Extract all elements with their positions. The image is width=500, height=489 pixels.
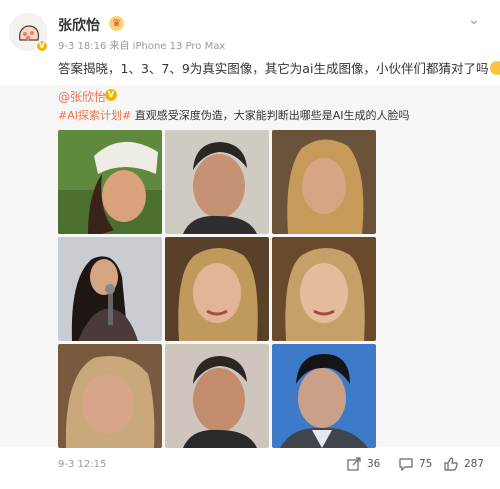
grid-image-1[interactable] bbox=[58, 130, 162, 234]
repost-timestamp: 9-3 12:15 bbox=[58, 459, 107, 470]
grid-image-6[interactable] bbox=[272, 237, 376, 341]
comment-icon bbox=[399, 458, 413, 471]
grid-image-8[interactable] bbox=[165, 344, 269, 448]
user-name[interactable]: 张欣怡 bbox=[58, 15, 100, 35]
grid-image-2[interactable] bbox=[165, 130, 269, 234]
comment-count: 75 bbox=[419, 458, 433, 470]
hashtag-link[interactable]: #AI探索计划# bbox=[58, 109, 131, 122]
repost-text: #AI探索计划# 直观感受深度伪造，大家能判断出哪些是AI生成的人脸吗 bbox=[58, 107, 409, 123]
repost-count: 36 bbox=[367, 458, 381, 470]
share-icon bbox=[347, 457, 361, 471]
repost-user-link[interactable]: @张欣怡 bbox=[58, 88, 106, 105]
weibo-post-card: V 张欣怡 ♛ 9-3 18:16 来自 iPhone 13 Pro Max ⌄… bbox=[0, 0, 500, 489]
like-action[interactable]: 287 bbox=[444, 457, 484, 471]
repost-text-body: 直观感受深度伪造，大家能判断出哪些是AI生成的人脸吗 bbox=[131, 109, 410, 122]
like-count: 287 bbox=[464, 458, 485, 470]
repost-action[interactable]: 36 bbox=[347, 457, 380, 471]
crown-icon: ♛ bbox=[109, 16, 124, 31]
grid-image-7[interactable] bbox=[58, 344, 162, 448]
verified-icon: V bbox=[105, 89, 117, 101]
comment-action[interactable]: 75 bbox=[399, 457, 432, 471]
more-chevron-icon[interactable]: ⌄ bbox=[468, 12, 480, 28]
thinking-emoji-icon bbox=[490, 61, 500, 75]
post-text: 答案揭晓，1、3、7、9为真实图像，其它为ai生成图像，小伙伴们都猜对了吗 bbox=[58, 58, 500, 77]
post-meta: 9-3 18:16 来自 iPhone 13 Pro Max bbox=[58, 41, 226, 52]
verified-icon: V bbox=[36, 40, 48, 52]
grid-image-5[interactable] bbox=[165, 237, 269, 341]
like-icon bbox=[444, 457, 458, 471]
post-text-body: 答案揭晓，1、3、7、9为真实图像，其它为ai生成图像，小伙伴们都猜对了吗 bbox=[58, 61, 489, 76]
grid-image-4[interactable] bbox=[58, 237, 162, 341]
grid-image-9[interactable] bbox=[272, 344, 376, 448]
grid-image-3[interactable] bbox=[272, 130, 376, 234]
image-grid bbox=[58, 130, 376, 448]
